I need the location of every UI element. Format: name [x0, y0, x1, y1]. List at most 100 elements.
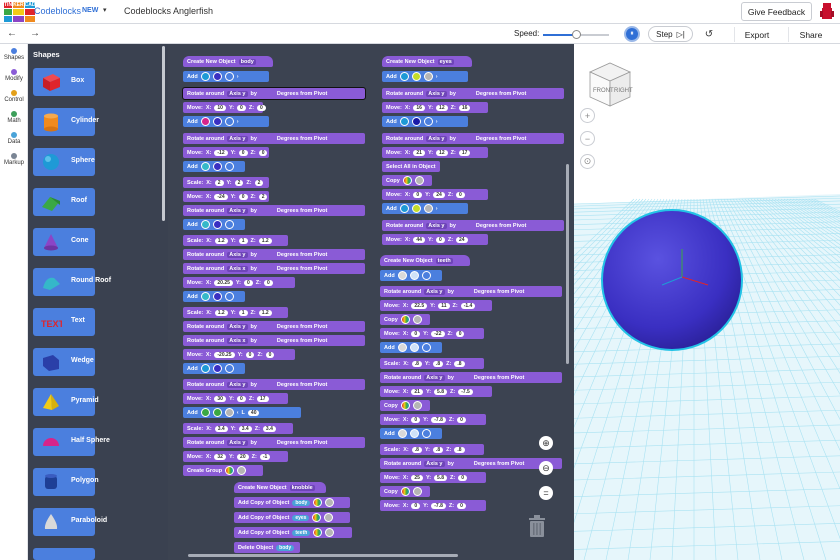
color-picker[interactable]	[212, 117, 222, 126]
color-picker[interactable]	[212, 364, 222, 373]
add-shape-block[interactable]: Add ›	[183, 71, 269, 82]
move-block[interactable]: Move: X: 22.5 Y: 11 Z: -1.4	[380, 300, 492, 311]
speed-slider-rest[interactable]	[578, 34, 609, 36]
x-input[interactable]: .8	[411, 360, 422, 367]
scale-block[interactable]: Scale: X: 1.2 Y: 1 Z: 1.2	[183, 235, 288, 246]
shape-text[interactable]: TEXT Text	[33, 308, 95, 336]
copy-block[interactable]: Copy	[382, 175, 432, 186]
rainbow-color-icon[interactable]	[312, 513, 322, 522]
category-math[interactable]: Math	[0, 111, 28, 124]
z-input[interactable]: 0	[455, 330, 465, 337]
rainbow-color-icon[interactable]	[400, 401, 410, 410]
add-shape-block[interactable]: Add	[183, 161, 245, 172]
zoom-out-icon[interactable]: −	[580, 131, 595, 146]
move-block[interactable]: Move: X: -12 Y: 0 Z: 0	[183, 147, 269, 158]
length-input[interactable]: 40	[247, 409, 260, 416]
rotate-block[interactable]: Rotate around Axis y by Degrees from Pivot	[183, 379, 365, 390]
zoom-in-icon[interactable]: +	[580, 108, 595, 123]
axis-dropdown[interactable]: Axis y	[426, 222, 447, 229]
z-input[interactable]: 2	[254, 179, 264, 186]
rotate-block[interactable]: Rotate around Axis y by Degrees from Pivot	[182, 87, 366, 100]
z-input[interactable]: .8	[454, 360, 465, 367]
color-picker[interactable]	[212, 220, 222, 229]
category-markup[interactable]: Markup	[0, 153, 28, 166]
add-shape-block[interactable]: Add ‹ L 40	[183, 407, 301, 418]
add-shape-block[interactable]: Add	[380, 428, 442, 439]
add-shape-block[interactable]: Add ›	[183, 116, 269, 127]
scale-block[interactable]: Scale: X: 1.2 Y: 1 Z: 1.2	[183, 307, 288, 318]
move-block[interactable]: Move: X: 21 Y: 12 Z: 17	[382, 147, 488, 158]
copy-block[interactable]: Copy	[380, 400, 430, 411]
move-block[interactable]: Move: X: 20.25 Y: 0 Z: 0	[183, 277, 295, 288]
category-data[interactable]: Data	[0, 132, 28, 145]
shape-cylinder[interactable]: Cylinder	[33, 108, 99, 136]
move-block[interactable]: Move: X: 16 Y: 12 Z: 16	[382, 102, 488, 113]
chevron-right-icon[interactable]: ›	[237, 119, 239, 125]
z-input[interactable]: 0	[265, 351, 275, 358]
color-picker[interactable]	[324, 513, 334, 522]
copy-block[interactable]: Copy	[380, 486, 430, 497]
shape-roof[interactable]: Roof	[33, 188, 95, 216]
add-copy-block[interactable]: Add Copy of Object body	[234, 497, 350, 508]
scale-block[interactable]: Scale: X: .8 Y: .8 Z: .8	[380, 358, 484, 369]
workspace-vertical-scrollbar[interactable]	[566, 164, 569, 364]
delete-object-block[interactable]: Delete Object body	[234, 542, 300, 553]
y-input[interactable]: .8	[432, 446, 444, 453]
z-input[interactable]: 16	[458, 104, 471, 111]
color-picker[interactable]	[421, 271, 431, 280]
speed-slider-knob[interactable]	[572, 30, 581, 39]
category-modify[interactable]: Modify	[0, 69, 28, 82]
add-copy-block[interactable]: Add Copy of Object eyes	[234, 512, 350, 523]
axis-dropdown[interactable]: Axis y	[426, 90, 447, 97]
shape-next[interactable]	[33, 548, 95, 560]
rainbow-color-icon[interactable]	[313, 528, 323, 537]
rotate-block[interactable]: Rotate around Axis x by Degrees from Pivot	[183, 263, 365, 274]
y-input[interactable]: 0	[237, 104, 246, 111]
axis-dropdown[interactable]: Axis y	[227, 135, 248, 142]
color-picker[interactable]	[224, 292, 234, 301]
shape-box[interactable]: Box	[33, 68, 95, 96]
color-picker[interactable]	[411, 117, 421, 126]
reset-icon[interactable]: ↺	[701, 26, 717, 42]
shape-half-sphere[interactable]: Half Sphere	[33, 428, 110, 456]
create-object-block[interactable]: Create New Object knobble	[234, 482, 326, 493]
z-input[interactable]: 1.2	[258, 309, 272, 316]
move-block[interactable]: Move: X: 32 Y: 20 Z: -1	[183, 451, 288, 462]
view-cube[interactable]: FRONT RIGHT	[587, 60, 633, 110]
scale-block[interactable]: Scale: X: 2 Y: 2 Z: 2	[183, 177, 269, 188]
rainbow-color-icon[interactable]	[400, 315, 410, 324]
z-input[interactable]: 3.4	[262, 425, 276, 432]
y-input[interactable]: 11	[438, 302, 450, 309]
object-name-dropdown[interactable]: knobble	[289, 484, 315, 491]
create-object-block[interactable]: Create New Object teeth	[380, 255, 470, 266]
z-input[interactable]: 0	[458, 474, 467, 481]
x-input[interactable]: 21	[413, 149, 425, 156]
y-input[interactable]: 3.4	[238, 425, 252, 432]
color-picker[interactable]	[409, 343, 419, 352]
x-input[interactable]: 25	[411, 474, 423, 481]
z-input[interactable]: 1.2	[258, 237, 272, 244]
play-button[interactable]: ⏸	[624, 26, 640, 42]
z-input[interactable]: 24	[456, 236, 468, 243]
color-picker[interactable]	[421, 429, 431, 438]
user-avatar-icon[interactable]	[818, 2, 836, 21]
z-input[interactable]: 0	[263, 279, 273, 286]
zoom-in-icon[interactable]: ⊕	[539, 436, 553, 450]
color-picker[interactable]	[224, 364, 234, 373]
color-picker[interactable]	[212, 162, 222, 171]
add-shape-block[interactable]: Add ›	[382, 203, 468, 214]
rotate-block[interactable]: Rotate around Axis x by Degrees from Pivot	[183, 335, 365, 346]
x-input[interactable]: 2	[214, 179, 224, 186]
color-picker[interactable]	[412, 487, 422, 496]
x-input[interactable]: 44	[413, 236, 425, 243]
y-input[interactable]: 1	[238, 309, 248, 316]
rotate-block[interactable]: Rotate around Axis y by Degrees from Pivot	[382, 88, 564, 99]
axis-dropdown[interactable]: Axis y	[227, 323, 248, 330]
y-input[interactable]: 2	[234, 179, 244, 186]
z-input[interactable]: 0	[456, 191, 465, 198]
object-name-dropdown[interactable]: teeth	[435, 257, 453, 264]
z-input[interactable]: 17	[257, 395, 269, 402]
move-block[interactable]: Move: X: 21 Y: 5.8 Z: -7.5	[380, 386, 492, 397]
shape-wedge[interactable]: Wedge	[33, 348, 95, 376]
y-input[interactable]: 0	[436, 236, 445, 243]
